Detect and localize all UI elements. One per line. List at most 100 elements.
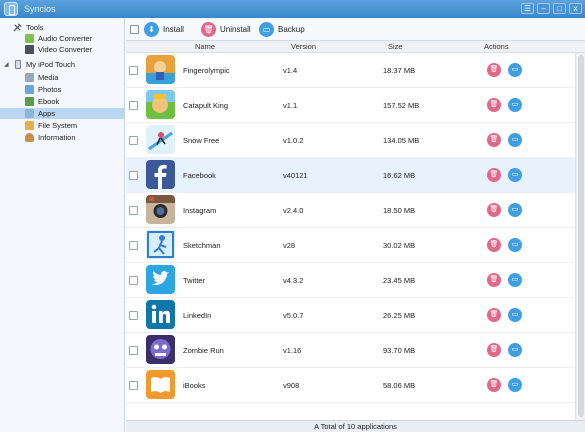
select-all-checkbox[interactable] (130, 25, 139, 34)
row-checkbox[interactable] (129, 136, 138, 145)
catapult-king-app-icon (146, 90, 175, 119)
app-version: v1.1 (283, 101, 298, 110)
app-version: v5.0.7 (283, 311, 304, 320)
app-size: 58.06 MB (383, 381, 416, 390)
minimize-button[interactable]: – (537, 3, 550, 14)
backup-app-button[interactable]: ▭ (508, 273, 522, 287)
row-checkbox[interactable] (129, 381, 138, 390)
uninstall-app-button[interactable]: 🗑 (487, 168, 501, 182)
backup-app-button[interactable]: ▭ (508, 133, 522, 147)
backup-app-button[interactable]: ▭ (508, 98, 522, 112)
table-row[interactable]: iBooks v908 58.06 MB 🗑 ▭ (126, 368, 575, 403)
sidebar-item-label: Media (38, 73, 59, 82)
sidebar-item-apps[interactable]: Apps (0, 108, 124, 119)
app-name: Fingerolympic (183, 66, 230, 75)
maximize-button[interactable]: □ (553, 3, 566, 14)
uninstall-label: Uninstall (220, 25, 251, 34)
collapse-triangle-icon[interactable]: ◢ (4, 61, 9, 68)
sidebar-item-label: Information (38, 133, 76, 142)
column-header-name[interactable]: Name (195, 42, 215, 51)
backup-label: Backup (278, 25, 305, 34)
tools-icon (13, 23, 22, 32)
table-row[interactable]: Catapult King v1.1 157.52 MB 🗑 ▭ (126, 88, 575, 123)
table-row[interactable]: Facebook v40121 16.62 MB 🗑 ▭ (126, 158, 575, 193)
column-header-actions: Actions (484, 42, 509, 51)
scrollbar-thumb[interactable] (578, 55, 584, 417)
table-row[interactable]: Zombie Run v1.16 93.70 MB 🗑 ▭ (126, 333, 575, 368)
backup-app-button[interactable]: ▭ (508, 63, 522, 77)
app-name: Facebook (183, 171, 216, 180)
trash-icon: 🗑 (201, 22, 216, 37)
app-size: 18.37 MB (383, 66, 416, 75)
sidebar-item-label: Apps (38, 109, 56, 118)
install-button[interactable]: ⬇ Install (144, 21, 196, 38)
uninstall-button[interactable]: 🗑 Uninstall (201, 21, 261, 38)
close-button[interactable]: x (569, 3, 582, 14)
backup-app-button[interactable]: ▭ (508, 203, 522, 217)
row-checkbox[interactable] (129, 346, 138, 355)
sidebar-item-label: File System (38, 121, 78, 130)
app-version: v1.16 (283, 346, 302, 355)
backup-app-button[interactable]: ▭ (508, 238, 522, 252)
uninstall-app-button[interactable]: 🗑 (487, 308, 501, 322)
row-checkbox[interactable] (129, 276, 138, 285)
sidebar-item-label: Tools (26, 23, 44, 32)
snow-free-app-icon (146, 125, 175, 154)
column-header-version[interactable]: Version (291, 42, 316, 51)
app-name: Sketchman (183, 241, 221, 250)
sidebar-item-label: Audio Converter (38, 34, 93, 43)
row-checkbox[interactable] (129, 206, 138, 215)
app-version: v40121 (283, 171, 308, 180)
table-row[interactable]: Sketchman v28 30.02 MB 🗑 ▭ (126, 228, 575, 263)
row-checkbox[interactable] (129, 101, 138, 110)
uninstall-app-button[interactable]: 🗑 (487, 378, 501, 392)
table-row[interactable]: LinkedIn v5.0.7 26.25 MB 🗑 ▭ (126, 298, 575, 333)
uninstall-app-button[interactable]: 🗑 (487, 98, 501, 112)
ipod-icon (15, 60, 21, 69)
uninstall-app-button[interactable]: 🗑 (487, 203, 501, 217)
sidebar-item-label: My iPod Touch (26, 60, 76, 69)
menu-button[interactable]: ☰ (521, 3, 534, 14)
backup-app-button[interactable]: ▭ (508, 343, 522, 357)
uninstall-app-button[interactable]: 🗑 (487, 343, 501, 357)
table-row[interactable]: Instagram v2.4.0 18.50 MB 🗑 ▭ (126, 193, 575, 228)
app-name: LinkedIn (183, 311, 212, 320)
table-row[interactable]: Snow Free v1.0.2 134.05 MB 🗑 ▭ (126, 123, 575, 158)
download-icon: ⬇ (144, 22, 159, 37)
app-version: v4.3.2 (283, 276, 304, 285)
window-title: Syncios (24, 4, 56, 14)
row-checkbox[interactable] (129, 241, 138, 250)
app-version: v1.0.2 (283, 136, 304, 145)
table-row[interactable]: Twitter v4.3.2 23.45 MB 🗑 ▭ (126, 263, 575, 298)
app-size: 134.05 MB (383, 136, 420, 145)
uninstall-app-button[interactable]: 🗑 (487, 273, 501, 287)
table-row[interactable]: Fingerolympic v1.4 18.37 MB 🗑 ▭ (126, 53, 575, 88)
row-checkbox[interactable] (129, 171, 138, 180)
backup-icon: ▭ (259, 22, 274, 37)
sidebar: Tools Audio Converter Video Converter ◢ … (0, 18, 125, 432)
app-name: iBooks (183, 381, 206, 390)
app-name: Twitter (183, 276, 206, 285)
app-size: 157.52 MB (383, 101, 420, 110)
app-name: Instagram (183, 206, 217, 215)
app-size: 30.02 MB (383, 241, 416, 250)
vertical-scrollbar[interactable] (575, 53, 585, 420)
media-icon (25, 73, 34, 82)
row-checkbox[interactable] (129, 66, 138, 75)
ebook-icon (25, 97, 34, 106)
backup-app-button[interactable]: ▭ (508, 378, 522, 392)
row-checkbox[interactable] (129, 311, 138, 320)
column-header-size[interactable]: Size (388, 42, 403, 51)
linkedin-app-icon (146, 300, 175, 329)
backup-app-button[interactable]: ▭ (508, 168, 522, 182)
title-bar: Syncios ☰ – □ x (0, 0, 585, 18)
uninstall-app-button[interactable]: 🗑 (487, 238, 501, 252)
fingerolympic-app-icon (146, 55, 175, 84)
app-version: v1.4 (283, 66, 298, 75)
backup-button[interactable]: ▭ Backup (259, 21, 309, 38)
facebook-app-icon (146, 160, 175, 189)
uninstall-app-button[interactable]: 🗑 (487, 133, 501, 147)
uninstall-app-button[interactable]: 🗑 (487, 63, 501, 77)
backup-app-button[interactable]: ▭ (508, 308, 522, 322)
sidebar-item-label: Photos (38, 85, 62, 94)
